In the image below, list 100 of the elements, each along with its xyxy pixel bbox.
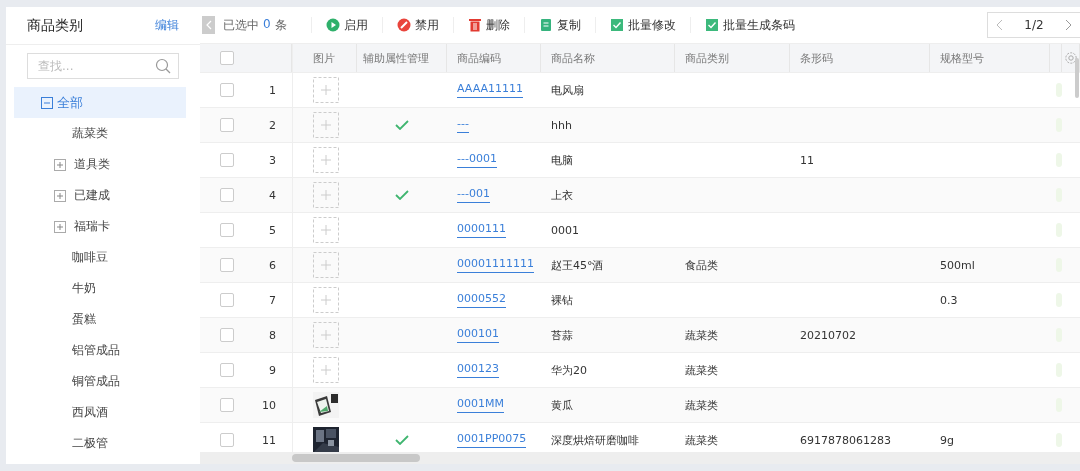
chevron-left-icon [205,20,212,30]
product-name: 裸钻 [551,292,573,308]
row-number: 11 [262,433,276,447]
column-header: 规格型号 [940,50,984,66]
collapse-button[interactable] [202,16,215,34]
ban-icon [396,18,411,32]
row-checkbox[interactable] [220,363,234,377]
tree-item[interactable]: 二极管 [6,428,200,459]
row-number: 6 [269,258,276,272]
product-name: 0001 [551,223,579,237]
product-name: 电脑 [551,152,573,168]
product-code-link[interactable]: --- [457,117,469,133]
row-checkbox[interactable] [220,258,234,272]
product-name: 苔蒜 [551,327,573,343]
product-name: 华为20 [551,362,587,378]
add-image-icon [313,217,339,243]
product-code-link[interactable]: 0001PP0075 [457,432,527,448]
spec-text: 500ml [940,258,975,272]
add-image-icon [313,322,339,348]
row-number: 8 [269,328,276,342]
row-checkbox[interactable] [220,328,234,342]
tree-item[interactable]: 全部 [14,87,186,118]
tree-item[interactable]: 道具类 [6,149,200,180]
settings-icon [1064,51,1078,65]
tree-item[interactable]: 蛋糕 [6,304,200,335]
edit-link[interactable]: 编辑 [155,17,179,34]
category-text: 蔬菜类 [685,327,718,343]
toolbar-button[interactable]: 复制 [534,14,585,36]
toolbar-button[interactable]: 批量生成条码 [700,14,799,36]
column-header: 商品编码 [457,50,501,66]
product-name: 深度烘焙研磨咖啡 [551,432,639,448]
scrollbar-thumb[interactable] [292,454,420,462]
add-image-icon [313,182,339,208]
row-checkbox[interactable] [220,293,234,307]
toolbar-button[interactable]: 删除 [463,14,514,36]
product-code-link[interactable]: 000123 [457,362,499,378]
tree-item[interactable]: 铝管成品 [6,335,200,366]
column-header: 条形码 [800,50,833,66]
toolbar-button[interactable]: 启用 [321,14,372,36]
checkbox-icon [704,18,719,32]
tree-item[interactable]: 咖啡豆 [6,242,200,273]
product-code-link[interactable]: 00001111111 [457,257,534,273]
add-image-icon [313,357,339,383]
row-number: 1 [269,83,276,97]
tree-item[interactable]: 已建成 [6,180,200,211]
row-number: 7 [269,293,276,307]
row-number: 9 [269,363,276,377]
product-code-link[interactable]: 0000552 [457,292,506,308]
row-number: 3 [269,153,276,167]
search-field[interactable]: 查找... [27,53,179,79]
row-checkbox[interactable] [220,153,234,167]
row-checkbox[interactable] [220,398,234,412]
product-name: hhh [551,118,572,132]
tree-item[interactable]: 蔬菜类 [6,118,200,149]
row-number: 4 [269,188,276,202]
tree-item[interactable]: 福瑞卡 [6,211,200,242]
panel-title: 商品类别 [27,16,83,35]
product-code-link[interactable]: ---0001 [457,152,497,168]
product-code-link[interactable]: ---001 [457,187,490,203]
product-code-link[interactable]: 0000111 [457,222,506,238]
barcode-text: 11 [800,153,814,167]
column-header: 商品名称 [551,50,595,66]
row-checkbox[interactable] [220,433,234,447]
column-header: 商品类别 [685,50,729,66]
toolbar-button[interactable]: 禁用 [392,14,443,36]
row-checkbox[interactable] [220,83,234,97]
document-icon [538,18,553,32]
row-checkbox[interactable] [220,223,234,237]
tree-item[interactable]: 西凤酒 [6,397,200,428]
product-code-link[interactable]: 000101 [457,327,499,343]
check-icon [395,435,409,445]
tree-item[interactable]: 牛奶 [6,273,200,304]
product-name: 黄瓜 [551,397,573,413]
row-number: 10 [262,398,276,412]
product-code-link[interactable]: AAAA11111 [457,82,523,98]
selection-count: 0 [263,16,271,33]
product-name: 电风扇 [551,82,584,98]
scrollbar-thumb[interactable] [1075,58,1079,98]
search-icon [155,58,171,74]
category-text: 蔬菜类 [685,362,718,378]
column-header: 图片 [313,50,335,66]
category-text: 食品类 [685,257,718,273]
product-code-link[interactable]: 0001MM [457,397,504,413]
row-number: 2 [269,118,276,132]
add-image-icon [313,252,339,278]
row-checkbox[interactable] [220,188,234,202]
selection-unit: 条 [274,16,287,34]
tree-item[interactable]: 铜管成品 [6,366,200,397]
header-checkbox[interactable] [220,51,234,65]
row-checkbox[interactable] [220,118,234,132]
product-name: 赵王45°酒 [551,257,604,273]
toolbar-button[interactable]: 批量修改 [605,14,680,36]
add-image-icon [313,287,339,313]
checkbox-icon [609,18,624,32]
add-image-icon [313,112,339,138]
check-icon [395,120,409,130]
barcode-text: 6917878061283 [800,433,891,447]
chevron-right-icon [1065,19,1072,31]
row-number: 5 [269,223,276,237]
category-text: 蔬菜类 [685,432,718,448]
